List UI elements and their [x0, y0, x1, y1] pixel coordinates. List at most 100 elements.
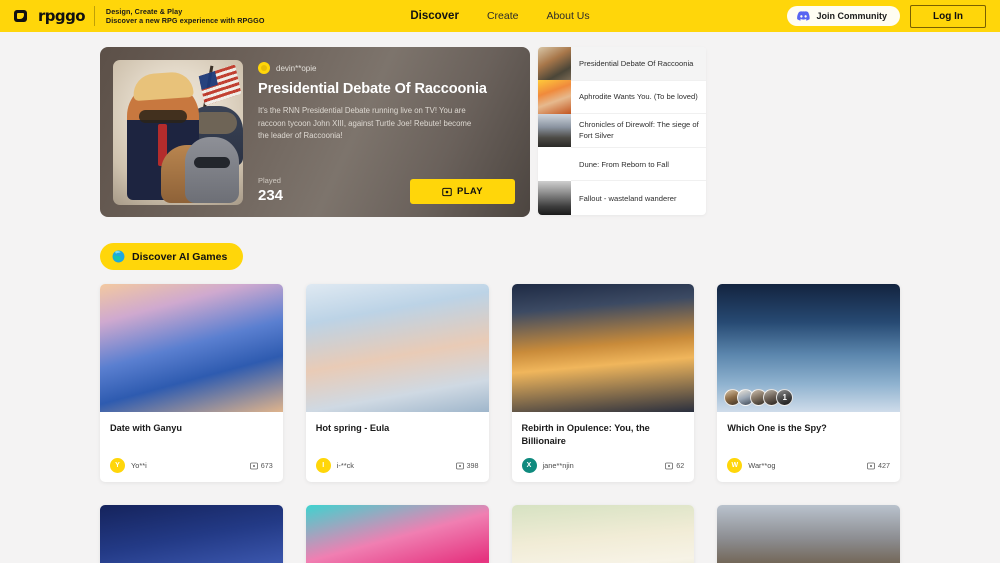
list-item-title: Presidential Debate Of Raccoonia [571, 47, 706, 80]
author-name: i-**ck [336, 461, 354, 470]
nav-item-discover[interactable]: Discover [410, 10, 459, 22]
play-button-label: PLAY [456, 186, 484, 197]
logo-text: rpggo [38, 7, 86, 25]
join-community-button[interactable]: Join Community [787, 6, 900, 26]
game-card[interactable]: Rebirth in Opulence: You, the Billionair… [511, 284, 695, 482]
play-count-icon [665, 462, 674, 469]
play-count-value: 398 [466, 461, 479, 470]
play-count-icon [249, 462, 258, 469]
play-count-value: 427 [878, 461, 890, 470]
game-card[interactable] [717, 505, 900, 563]
game-grid-row-1: Date with Ganyu Y Yo**i 673 Hot spring -… [100, 284, 900, 482]
game-card[interactable] [305, 505, 489, 563]
game-card-image [100, 505, 283, 563]
game-card[interactable] [100, 505, 283, 563]
game-card-plays: 673 [249, 461, 273, 470]
rpggo-logo-icon [14, 10, 27, 22]
author-name: jane**njin [542, 461, 574, 470]
featured-game-footer: Played 234 PLAY [258, 176, 517, 204]
author-name: War**og [748, 461, 776, 470]
list-item-thumbnail [538, 80, 571, 114]
game-card-meta: I i-**ck 398 [315, 458, 479, 473]
list-item[interactable]: Aphrodite Wants You. (To be loved) [538, 80, 706, 115]
list-item-thumbnail [538, 113, 571, 148]
game-card-plays: 62 [665, 461, 684, 470]
game-card[interactable]: Which One is the Spy? W War**og 427 [717, 284, 900, 482]
list-item-title: Aphrodite Wants You. (To be loved) [579, 92, 698, 102]
main-nav: Discover Create About Us [410, 10, 589, 22]
author-name: devin**opie [276, 63, 317, 73]
character-avatar [776, 389, 794, 406]
list-item-thumbnail [538, 181, 571, 215]
globe-icon [112, 250, 125, 263]
game-card[interactable]: Date with Ganyu Y Yo**i 673 [100, 284, 283, 482]
list-item[interactable]: Presidential Debate Of Raccoonia [538, 47, 706, 81]
game-card-meta: W War**og 427 [727, 458, 890, 473]
game-card-image [717, 284, 900, 412]
avatar: X [521, 458, 537, 473]
login-button[interactable]: Log In [910, 4, 986, 28]
featured-game-artwork [113, 60, 243, 205]
game-card-title: Rebirth in Opulence: You, the Billionair… [521, 423, 650, 447]
game-card-author[interactable]: Y Yo**i [110, 458, 147, 473]
game-card[interactable] [511, 505, 695, 563]
list-item[interactable]: Chronicles of Direwolf: The siege of For… [538, 113, 706, 148]
tagline-line-2: Discover a new RPG experience with RPGGO [105, 16, 265, 25]
discover-ai-games-pill[interactable]: Discover AI Games [100, 243, 244, 270]
play-count-icon [455, 462, 464, 469]
game-card[interactable]: Hot spring - Eula I i-**ck 398 [305, 284, 489, 482]
game-card-author[interactable]: X jane**njin [521, 458, 574, 473]
game-card-title: Which One is the Spy? [727, 423, 827, 433]
game-card-image [511, 284, 695, 412]
list-item[interactable]: Fallout - wasteland wanderer [538, 181, 706, 215]
game-card-body: Date with Ganyu Y Yo**i 673 [100, 412, 283, 482]
discover-ai-games-label: Discover AI Games [132, 250, 228, 263]
game-card-author[interactable]: W War**og [727, 458, 776, 473]
game-card-image [511, 505, 695, 563]
list-item[interactable]: Dune: From Reborn to Fall [538, 147, 706, 182]
game-card-author[interactable]: I i-**ck [315, 458, 354, 473]
nav-item-create[interactable]: Create [487, 10, 519, 22]
list-item-thumbnail [538, 147, 571, 181]
featured-game-author[interactable]: devin**opie [258, 62, 517, 74]
header-actions: Join Community Log In [787, 4, 986, 28]
game-card-title: Date with Ganyu [110, 423, 182, 433]
game-grid-row-2 [100, 505, 900, 563]
play-count-icon [867, 462, 875, 469]
list-item-title: Fallout - wasteland wanderer [579, 193, 677, 203]
author-name: Yo**i [131, 461, 147, 470]
list-item-title: Dune: From Reborn to Fall [579, 159, 669, 169]
us-flag-decor [198, 64, 242, 106]
featured-game-banner[interactable]: devin**opie Presidential Debate Of Racco… [100, 47, 530, 217]
game-card-body: Hot spring - Eula I i-**ck 398 [306, 412, 489, 482]
header-divider [93, 6, 95, 26]
brand-tagline: Design, Create & Play Discover a new RPG… [106, 7, 265, 25]
game-card-meta: X jane**njin 62 [521, 458, 684, 473]
featured-game-title: Presidential Debate Of Raccoonia [258, 81, 487, 97]
play-button[interactable]: PLAY [410, 179, 515, 204]
join-community-label: Join Community [816, 11, 887, 21]
play-card-icon [442, 187, 452, 196]
avatar: I [315, 458, 331, 473]
brand-logo[interactable]: rpggo [14, 7, 86, 25]
game-card-image [305, 284, 489, 412]
page-body: devin**opie Presidential Debate Of Racco… [0, 32, 1000, 563]
game-card-image [305, 505, 489, 563]
game-card-plays: 427 [867, 461, 890, 470]
featured-game-list: Presidential Debate Of Raccoonia Aphrodi… [538, 47, 706, 215]
raccoon-small-b-decor [185, 137, 239, 203]
avatar: W [727, 458, 743, 473]
game-card-meta: Y Yo**i 673 [110, 458, 273, 473]
game-card-image [100, 284, 283, 412]
avatar: Y [110, 458, 125, 473]
nav-item-about-us[interactable]: About Us [546, 10, 589, 22]
played-label: Played [258, 176, 281, 185]
author-avatar [258, 62, 270, 74]
play-count-value: 673 [260, 461, 273, 470]
site-header: rpggo Design, Create & Play Discover a n… [0, 0, 1000, 32]
game-card-title: Hot spring - Eula [315, 423, 390, 433]
played-stat: Played 234 [258, 176, 283, 204]
played-count: 234 [258, 187, 284, 204]
game-card-plays: 398 [455, 461, 479, 470]
game-card-image [717, 505, 900, 563]
